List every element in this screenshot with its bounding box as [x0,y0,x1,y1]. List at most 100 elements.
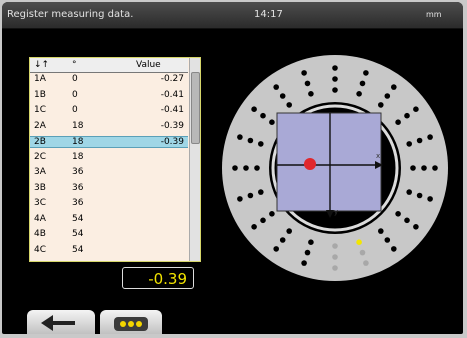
row-id: 1B [34,89,46,100]
row-id: 3C [34,198,47,208]
more-options-button[interactable] [100,310,162,334]
clock: 14:17 [254,9,283,20]
bolt-hole [378,228,384,234]
bolt-hole [279,237,286,243]
row-value: -0.27 [160,74,184,84]
bolt-hole [251,224,257,230]
table-row[interactable]: 1B 0 -0.41 [30,90,188,101]
row-angle: 54 [72,244,84,255]
bolt-hole [413,224,419,230]
row-angle: 0 [72,89,78,100]
table-header: ↓↑ ° Value [30,58,188,73]
bolt-hole [243,165,249,171]
column-header-id[interactable]: ↓↑ [34,60,49,70]
bolt-hole [251,106,257,112]
row-id: 4C [34,244,47,255]
table-row[interactable]: 3A 36 [30,167,188,178]
bolt-hole [406,189,412,195]
row-id: 2C [34,151,47,162]
bolt-hole [258,189,264,195]
bolt-hole [395,119,401,125]
x-axis-label: x [376,152,380,160]
row-value: -0.41 [160,105,184,115]
row-angle: 0 [72,74,78,84]
row-id: 4B [34,229,46,239]
bolt-hole [273,84,279,90]
row-value: -0.39 [160,137,184,147]
table-row[interactable]: 3C 36 [30,198,188,209]
row-angle: 36 [72,182,84,193]
scrollbar-thumb[interactable] [191,72,200,144]
bolt-hole [413,106,419,112]
row-angle: 36 [72,198,84,208]
table-row[interactable]: 4A 54 [30,214,188,225]
bolt-hole [254,165,260,171]
back-button[interactable] [27,310,95,334]
bolt-hole [260,112,266,119]
bolt-hole [427,134,433,140]
row-angle: 36 [72,167,84,177]
bolt-hole [421,165,427,171]
bolt-hole [237,134,243,140]
measurement-table: ↓↑ ° Value 1A 0 -0.27 1B 0 -0.41 1C 0 -0.41 2A 18 -… [29,57,201,262]
bolt-hole [378,102,384,108]
table-row[interactable]: 1C 0 -0.41 [30,105,188,116]
measured-point [304,158,316,170]
bolt-circle-diagram: x y [222,55,448,281]
bolt-hole [359,249,366,256]
bolt-hole [308,91,314,97]
screen-title: Register measuring data. [7,9,134,20]
table-scrollbar[interactable] [189,58,200,261]
bolt-hole [359,80,366,87]
bolt-hole [269,211,275,217]
table-row[interactable]: 2B 18 -0.39 [30,136,188,148]
bolt-hole [237,196,243,202]
y-axis-label: y [334,208,338,216]
row-id: 3B [34,182,46,193]
table-row[interactable]: 3B 36 [30,183,188,194]
table-row[interactable]: 1A 0 -0.27 [30,74,188,85]
table-row[interactable]: 2C 18 [30,152,188,163]
bolt-hole [260,217,266,224]
column-header-value[interactable]: Value [136,60,161,70]
bolt-hole [416,137,423,144]
bolt-hole [308,239,314,245]
row-id: 4A [34,213,46,224]
unit-indicator: mm [426,10,442,19]
bolt-hole [404,217,410,224]
bolt-hole [404,112,410,119]
bolt-hole [427,196,433,202]
table-row[interactable]: 4B 54 [30,229,188,240]
bolt-hole [363,260,369,266]
table-row[interactable]: 4C 54 [30,245,188,256]
bolt-hole [384,237,391,243]
bolt-hole [232,165,238,171]
bolt-hole [258,141,264,147]
row-value: -0.41 [160,89,184,100]
bolt-hole [301,70,307,76]
bolt-hole [279,93,286,99]
row-id: 2B [34,137,46,147]
current-value-display: -0.39 [122,267,194,289]
bolt-hole [332,76,338,82]
bolt-hole [410,165,416,171]
bolt-hole [304,80,311,87]
row-id: 2A [34,120,46,131]
row-angle: 54 [72,229,84,239]
bolt-hole [286,102,292,108]
arrow-left-icon [41,315,75,331]
row-id: 1A [34,74,46,84]
bolt-hole [363,70,369,76]
bolt-hole [384,93,391,99]
row-angle: 54 [72,213,84,224]
bolt-hole [332,254,338,260]
column-header-angle[interactable]: ° [72,60,77,70]
bolt-hole [356,91,362,97]
row-value: -0.39 [160,120,184,131]
row-id: 1C [34,105,47,115]
title-bar: Register measuring data. 14:17 mm [2,2,463,29]
bolt-hole [356,239,362,245]
bolt-hole [247,137,254,144]
bolt-hole [391,246,397,252]
table-row[interactable]: 2A 18 -0.39 [30,121,188,132]
